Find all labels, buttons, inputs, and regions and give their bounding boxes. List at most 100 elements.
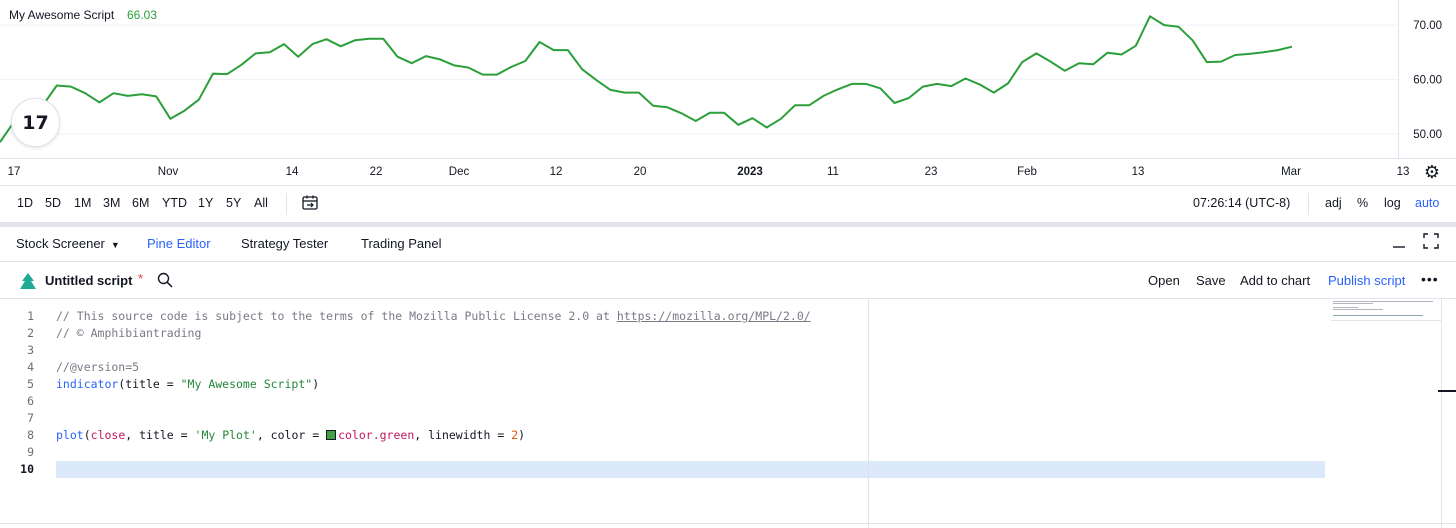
code-variable: close	[90, 428, 126, 442]
range-toolbar: 1D 5D 1M 3M 6M YTD 1Y 5Y All 07:26:14 (U…	[0, 185, 1456, 222]
script-name[interactable]: Untitled script	[45, 273, 132, 288]
pine-logo-icon	[20, 273, 36, 289]
auto-toggle[interactable]: auto	[1415, 196, 1439, 210]
x-tick-label: 14	[286, 166, 299, 178]
y-tick-label: 50.00	[1413, 129, 1442, 141]
publish-script-button[interactable]: Publish script	[1328, 273, 1405, 288]
range-all-button[interactable]: All	[254, 196, 268, 210]
search-icon[interactable]	[156, 271, 174, 289]
column-ruler	[868, 299, 869, 528]
line-number: 4	[27, 360, 34, 374]
percent-toggle[interactable]: %	[1357, 196, 1368, 210]
x-tick-label: 11	[827, 166, 839, 178]
range-1y-button[interactable]: 1Y	[198, 196, 213, 210]
tab-trading-panel[interactable]: Trading Panel	[361, 236, 441, 251]
code-text: , linewidth =	[414, 428, 512, 442]
x-tick-label: 13	[1132, 166, 1145, 178]
current-line-highlight	[56, 461, 1325, 478]
code-comment: //@version=5	[56, 360, 140, 374]
code-variable: color.green	[338, 428, 415, 442]
minimize-icon[interactable]	[1388, 233, 1410, 255]
chevron-down-icon[interactable]: ▼	[111, 240, 120, 250]
divider	[0, 523, 1456, 524]
code-text: )	[312, 377, 320, 391]
x-tick-label: Mar	[1281, 166, 1301, 178]
range-1m-button[interactable]: 1M	[74, 196, 91, 210]
scroll-position-marker	[1438, 390, 1456, 392]
code-string: "My Awesome Script"	[180, 377, 313, 391]
line-number: 5	[27, 377, 34, 391]
code-function: indicator	[56, 377, 119, 391]
range-5d-button[interactable]: 5D	[45, 196, 61, 210]
license-link[interactable]: https://mozilla.org/MPL/2.0/	[617, 309, 811, 323]
vertical-scrollbar[interactable]	[1441, 299, 1456, 528]
tab-strategy-tester[interactable]: Strategy Tester	[241, 236, 328, 251]
x-tick-label: 23	[925, 166, 938, 178]
adj-toggle[interactable]: adj	[1325, 196, 1342, 210]
editor-header: Untitled script * Open Save Add to chart…	[0, 262, 1456, 299]
code-text: (	[83, 428, 91, 442]
code-comment: // © Amphibiantrading	[56, 326, 202, 340]
code-comment: // This source code is subject to the te…	[56, 309, 617, 323]
code-editor[interactable]: 1 2 3 4 5 6 7 8 9 10 // This source code…	[0, 299, 1456, 528]
tab-pine-editor[interactable]: Pine Editor	[147, 236, 211, 251]
range-ytd-button[interactable]: YTD	[162, 196, 187, 210]
code-string: 'My Plot'	[194, 428, 257, 442]
range-1d-button[interactable]: 1D	[17, 196, 33, 210]
unsaved-indicator: *	[138, 271, 144, 286]
range-5y-button[interactable]: 5Y	[226, 196, 241, 210]
x-tick-label: 17	[8, 166, 21, 178]
y-tick-label: 70.00	[1413, 20, 1442, 32]
range-6m-button[interactable]: 6M	[132, 196, 149, 210]
line-number: 6	[27, 394, 34, 408]
x-tick-label: 22	[370, 166, 383, 178]
range-3m-button[interactable]: 3M	[103, 196, 120, 210]
add-to-chart-button[interactable]: Add to chart	[1240, 273, 1310, 288]
x-tick-label: 12	[550, 166, 563, 178]
code-text: , title =	[125, 428, 195, 442]
y-tick-label: 60.00	[1413, 75, 1442, 87]
line-number: 8	[27, 428, 34, 442]
color-swatch-icon[interactable]	[326, 430, 337, 440]
open-button[interactable]: Open	[1148, 273, 1180, 288]
save-button[interactable]: Save	[1196, 273, 1226, 288]
time-zone-label[interactable]: 07:26:14 (UTC-8)	[1193, 196, 1290, 210]
date-range-icon[interactable]	[301, 194, 319, 212]
code-line-1[interactable]: // This source code is subject to the te…	[56, 309, 811, 323]
x-tick-label: 20	[634, 166, 647, 178]
code-function: plot	[56, 428, 84, 442]
divider	[286, 193, 287, 215]
x-tick-label: Dec	[449, 166, 470, 178]
tab-label: Stock Screener	[16, 236, 105, 251]
log-toggle[interactable]: log	[1384, 196, 1401, 210]
chart-canvas[interactable]: 50.00 60.00 70.00 17 Nov 14 22 Dec 12 20 2023 11 23 F…	[0, 0, 1456, 185]
line-number: 3	[27, 343, 34, 357]
code-line-2[interactable]: // © Amphibiantrading	[56, 326, 201, 340]
line-number: 2	[27, 326, 34, 340]
x-tick-label: Nov	[158, 166, 179, 178]
x-tick-label: Feb	[1017, 166, 1037, 178]
line-number: 1	[27, 309, 34, 323]
line-number-current: 10	[20, 462, 34, 476]
code-minimap[interactable]	[1331, 299, 1441, 321]
code-text: )	[518, 428, 526, 442]
gear-icon[interactable]: ⚙	[1420, 160, 1444, 184]
x-tick-label: 13	[1397, 166, 1410, 178]
code-text: , color =	[256, 428, 327, 442]
code-text: (title =	[118, 377, 181, 391]
bottom-panel-tabs: Stock Screener ▼ Pine Editor Strategy Tes…	[0, 227, 1456, 262]
line-number: 7	[27, 411, 34, 425]
tab-stock-screener[interactable]: Stock Screener ▼	[16, 236, 120, 251]
x-tick-label: 2023	[737, 166, 763, 178]
indicator-title[interactable]: My Awesome Script	[9, 8, 114, 22]
indicator-value: 66.03	[127, 8, 158, 22]
chart-area[interactable]: 50.00 60.00 70.00 17 Nov 14 22 Dec 12 20 2023 11 23 F…	[0, 0, 1456, 185]
code-line-5[interactable]: indicator(title = "My Awesome Script")	[56, 377, 319, 391]
tradingview-logo-icon[interactable]: 17	[11, 98, 60, 147]
divider	[1308, 193, 1309, 215]
more-icon[interactable]: •••	[1421, 271, 1439, 287]
line-number: 9	[27, 445, 34, 459]
maximize-icon[interactable]	[1420, 233, 1442, 255]
code-line-4[interactable]: //@version=5	[56, 360, 139, 374]
code-line-8[interactable]: plot(close, title = 'My Plot', color = c…	[56, 428, 525, 442]
